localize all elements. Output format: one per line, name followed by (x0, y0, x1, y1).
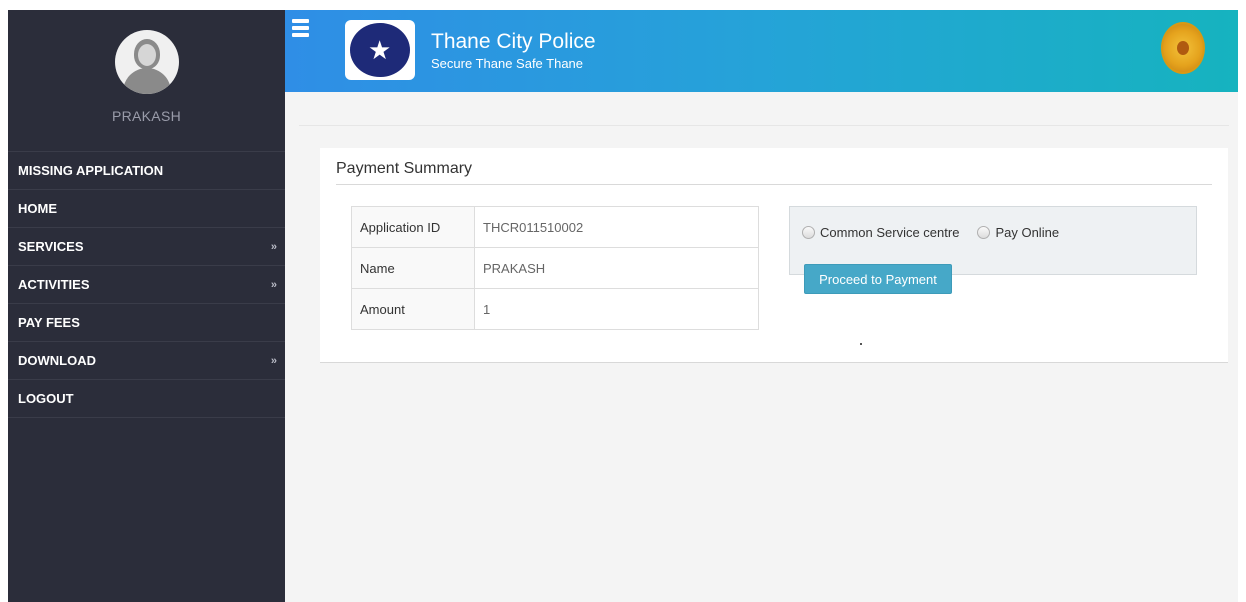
radio-label[interactable]: Pay Online (995, 225, 1059, 240)
sidebar-item-activities[interactable]: ACTIVITIES » (8, 265, 285, 303)
table-row: Name PRAKASH (351, 247, 759, 289)
avatar-face-shape (137, 44, 156, 66)
table-value: PRAKASH (474, 247, 759, 289)
app-subtitle: Secure Thane Safe Thane (431, 56, 584, 71)
username: PRAKASH (111, 108, 181, 124)
sidebar-item-label: DOWNLOAD (18, 353, 96, 368)
panel-title: Payment Summary (336, 160, 473, 177)
sidebar-divider (8, 417, 285, 418)
payment-summary-panel: Payment Summary Application ID THCR01151… (320, 148, 1228, 363)
payment-method-options: Common Service centre Pay Online (802, 225, 1077, 240)
double-chevron-down-icon: » (270, 240, 277, 253)
sidebar-item-label: MISSING APPLICATION (18, 163, 164, 178)
maharashtra-emblem (1161, 22, 1205, 74)
user-profile: PRAKASH (8, 10, 285, 151)
proceed-to-payment-button[interactable]: Proceed to Payment (804, 264, 952, 294)
sidebar-item-missing-application[interactable]: MISSING APPLICATION (8, 151, 285, 189)
sidebar-item-label: PAY FEES (18, 315, 80, 330)
sidebar-item-label: HOME (18, 201, 57, 216)
payment-summary-table: Application ID THCR011510002 Name PRAKAS… (351, 206, 759, 330)
sidebar-item-pay-fees[interactable]: PAY FEES (8, 303, 285, 341)
avatar[interactable] (114, 30, 179, 94)
radio-label[interactable]: Common Service centre (820, 225, 959, 240)
panel-title-rule (336, 184, 1212, 185)
emblem-center (1177, 41, 1189, 55)
table-row: Amount 1 (351, 288, 759, 330)
double-chevron-down-icon: » (270, 278, 277, 291)
stray-dot (860, 343, 862, 345)
double-chevron-down-icon: » (270, 354, 277, 367)
app-frame: PRAKASH MISSING APPLICATION HOME SERVICE… (8, 10, 1238, 602)
police-logo: ★ (345, 20, 415, 80)
hamburger-icon[interactable] (292, 19, 309, 37)
sidebar-item-download[interactable]: DOWNLOAD » (8, 341, 285, 379)
radio-pay-online[interactable] (977, 226, 991, 239)
table-label: Application ID (351, 206, 475, 248)
radio-common-service-centre[interactable] (802, 226, 815, 239)
top-header: ★ Thane City Police Secure Thane Safe Th… (285, 10, 1238, 92)
app-title: Thane City Police (431, 30, 596, 53)
police-logo-badge: ★ (350, 23, 410, 77)
table-row: Application ID THCR011510002 (351, 206, 759, 248)
table-label: Name (351, 247, 475, 289)
header-title-block: Thane City Police Secure Thane Safe Than… (431, 30, 596, 71)
sidebar-item-label: SERVICES (18, 239, 84, 254)
sidebar-item-logout[interactable]: LOGOUT (8, 379, 285, 417)
sidebar-item-label: LOGOUT (18, 391, 74, 406)
content-divider (299, 125, 1229, 126)
sidebar-item-services[interactable]: SERVICES » (8, 227, 285, 265)
sidebar-item-label: ACTIVITIES (18, 277, 90, 292)
sidebar: PRAKASH MISSING APPLICATION HOME SERVICE… (8, 10, 285, 602)
sidebar-item-home[interactable]: HOME (8, 189, 285, 227)
avatar-body-shape (122, 68, 171, 94)
table-value: 1 (474, 288, 759, 330)
table-label: Amount (351, 288, 475, 330)
star-icon: ★ (368, 35, 392, 65)
main-content: ★ Thane City Police Secure Thane Safe Th… (285, 10, 1238, 602)
table-value: THCR011510002 (474, 206, 759, 248)
